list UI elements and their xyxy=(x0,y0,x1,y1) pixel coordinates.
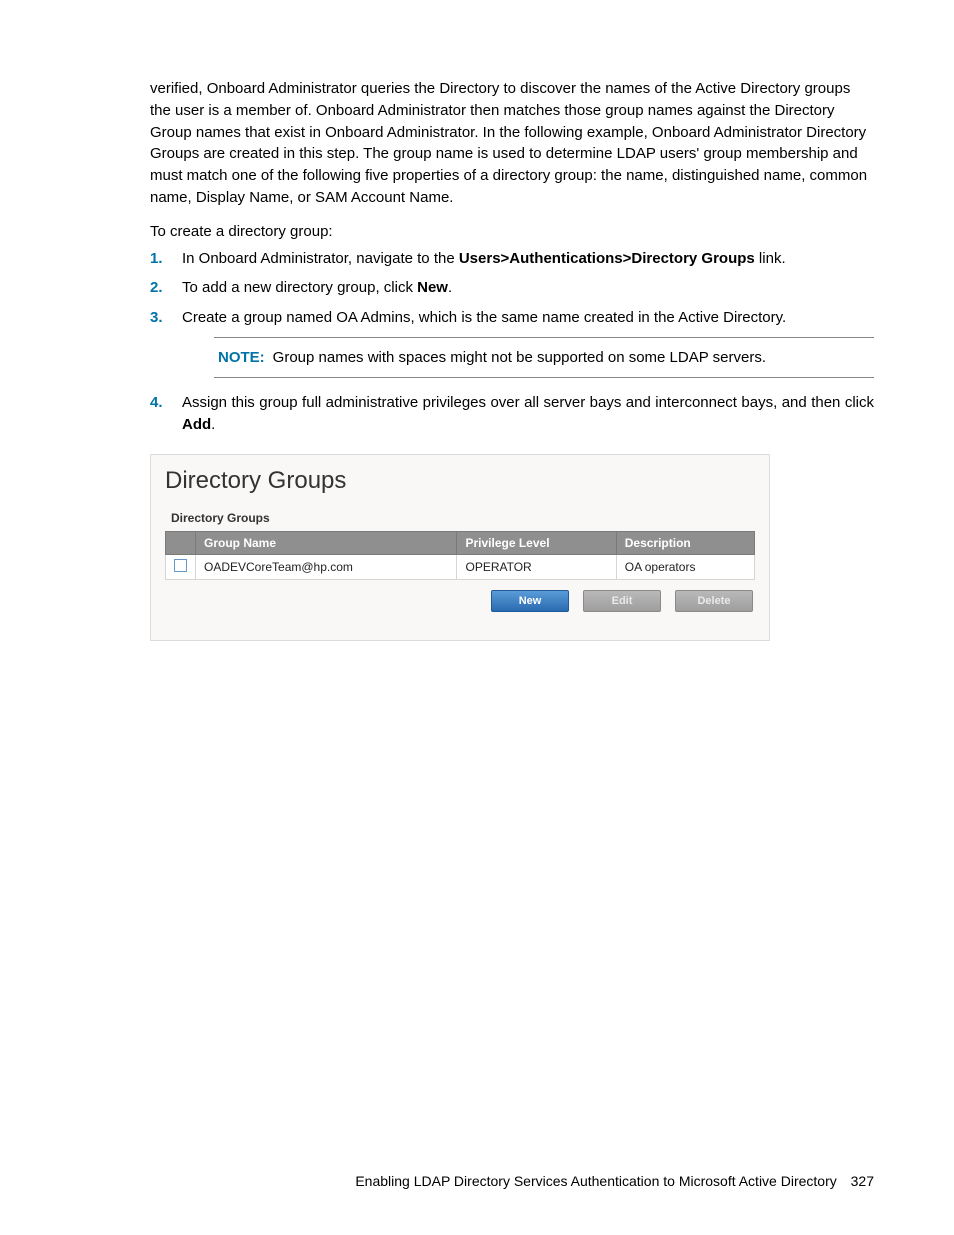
directory-groups-panel: Directory Groups Directory Groups Group … xyxy=(150,454,770,641)
text-fragment: . xyxy=(448,279,452,296)
step-1: 1. In Onboard Administrator, navigate to… xyxy=(150,248,874,270)
directory-groups-table: Group Name Privilege Level Description O… xyxy=(165,531,755,580)
text-fragment: In Onboard Administrator, navigate to th… xyxy=(182,250,459,267)
col-group-name: Group Name xyxy=(196,531,457,554)
step-number: 1. xyxy=(150,248,182,270)
step-number: 4. xyxy=(150,392,182,414)
col-privilege-level: Privilege Level xyxy=(457,531,616,554)
footer-title: Enabling LDAP Directory Services Authent… xyxy=(355,1173,836,1189)
step-3: 3. Create a group named OA Admins, which… xyxy=(150,307,874,329)
page-footer: Enabling LDAP Directory Services Authent… xyxy=(355,1173,874,1189)
text-fragment: Assign this group full administrative pr… xyxy=(182,394,874,411)
cell-description: OA operators xyxy=(616,554,754,579)
bold-text: Add xyxy=(182,416,211,433)
delete-button[interactable]: Delete xyxy=(675,590,753,612)
panel-title: Directory Groups xyxy=(165,467,755,495)
text-fragment: link. xyxy=(755,250,786,267)
col-checkbox xyxy=(166,531,196,554)
step-number: 2. xyxy=(150,277,182,299)
note-text: Group names with spaces might not be sup… xyxy=(273,349,766,366)
step-text: Assign this group full administrative pr… xyxy=(182,392,874,436)
step-number: 3. xyxy=(150,307,182,329)
note-label: NOTE: xyxy=(218,349,265,366)
button-row: New Edit Delete xyxy=(165,590,755,612)
bold-text: Users>Authentications>Directory Groups xyxy=(459,250,755,267)
panel-subtitle: Directory Groups xyxy=(171,511,755,525)
step-4: 4. Assign this group full administrative… xyxy=(150,392,874,436)
cell-privilege: OPERATOR xyxy=(457,554,616,579)
step-text: To add a new directory group, click New. xyxy=(182,277,874,299)
row-checkbox[interactable] xyxy=(174,559,187,572)
new-button[interactable]: New xyxy=(491,590,569,612)
step-2: 2. To add a new directory group, click N… xyxy=(150,277,874,299)
page-number: 327 xyxy=(851,1173,874,1189)
bold-text: New xyxy=(417,279,448,296)
table-row: OADEVCoreTeam@hp.com OPERATOR OA operato… xyxy=(166,554,755,579)
cell-group-name: OADEVCoreTeam@hp.com xyxy=(196,554,457,579)
step-text: Create a group named OA Admins, which is… xyxy=(182,307,874,329)
text-fragment: To add a new directory group, click xyxy=(182,279,417,296)
intro-paragraph: verified, Onboard Administrator queries … xyxy=(150,78,874,209)
text-fragment: . xyxy=(211,416,215,433)
lead-line: To create a directory group: xyxy=(150,223,874,240)
step-text: In Onboard Administrator, navigate to th… xyxy=(182,248,874,270)
col-description: Description xyxy=(616,531,754,554)
note-block: NOTE: Group names with spaces might not b… xyxy=(214,337,874,379)
edit-button[interactable]: Edit xyxy=(583,590,661,612)
